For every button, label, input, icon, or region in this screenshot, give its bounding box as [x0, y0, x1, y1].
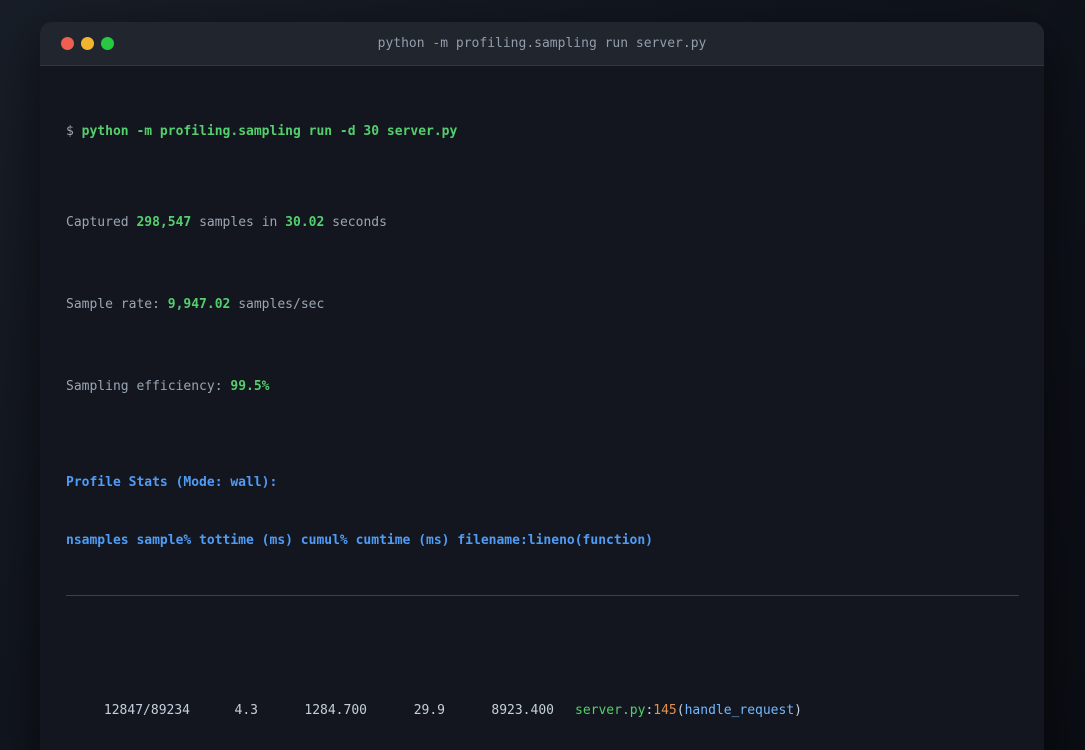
minimize-button[interactable]: [81, 37, 94, 50]
nsamples-cell: 12847/89234: [103, 703, 190, 718]
command-text: python -m profiling.sampling run -d 30 s…: [81, 124, 458, 139]
profile-columns-header: nsamples sample% tottime (ms) cumul% cum…: [66, 533, 653, 548]
close-paren: ): [794, 703, 802, 718]
traffic-lights: [40, 37, 114, 50]
table-row: 12847/89234 4.3 1284.700 29.9 8923.400 server…: [66, 700, 1019, 722]
filename: server.py: [575, 703, 646, 718]
captured-samples-value: 298,547: [136, 215, 192, 230]
sample-rate-line: Sample rate: 9,947.02 samples/sec: [66, 296, 1019, 314]
window-title: python -m profiling.sampling run server.…: [377, 36, 707, 51]
profile-stats-heading: Profile Stats (Mode: wall):: [66, 475, 278, 490]
sample-rate-value: 9,947.02: [167, 297, 231, 312]
terminal-window: python -m profiling.sampling run server.…: [40, 22, 1044, 750]
captured-line: Captured 298,547 samples in 30.02 second…: [66, 214, 1019, 232]
title-bar[interactable]: python -m profiling.sampling run server.…: [40, 22, 1044, 66]
efficiency-label: Sampling efficiency:: [66, 379, 231, 394]
tottime-cell: 1284.700: [304, 703, 367, 718]
command-line: $ python -m profiling.sampling run -d 30…: [66, 123, 1019, 141]
captured-label: Captured: [66, 215, 137, 230]
function-location-cell: server.py:145(handle_request): [575, 700, 802, 722]
profile-rows: 12847/89234 4.3 1284.700 29.9 8923.400 server…: [66, 664, 1019, 750]
captured-after-label: seconds: [324, 215, 387, 230]
function-name: handle_request: [684, 703, 795, 718]
line-number: 145: [653, 703, 677, 718]
cumul-pct-cell: 29.9: [413, 703, 445, 718]
close-button[interactable]: [61, 37, 74, 50]
shell-prompt: $: [66, 124, 82, 139]
header-divider: [66, 595, 1019, 596]
sample-pct-cell: 4.3: [234, 703, 258, 718]
sample-rate-suffix: samples/sec: [230, 297, 325, 312]
captured-mid-label: samples in: [191, 215, 286, 230]
efficiency-line: Sampling efficiency: 99.5%: [66, 378, 1019, 396]
zoom-button[interactable]: [101, 37, 114, 50]
cumtime-cell: 8923.400: [491, 703, 554, 718]
captured-duration-value: 30.02: [285, 215, 325, 230]
open-paren: (: [676, 703, 685, 718]
terminal-content[interactable]: $ python -m profiling.sampling run -d 30…: [40, 66, 1044, 750]
efficiency-value: 99.5%: [230, 379, 270, 394]
sample-rate-label: Sample rate:: [66, 297, 168, 312]
